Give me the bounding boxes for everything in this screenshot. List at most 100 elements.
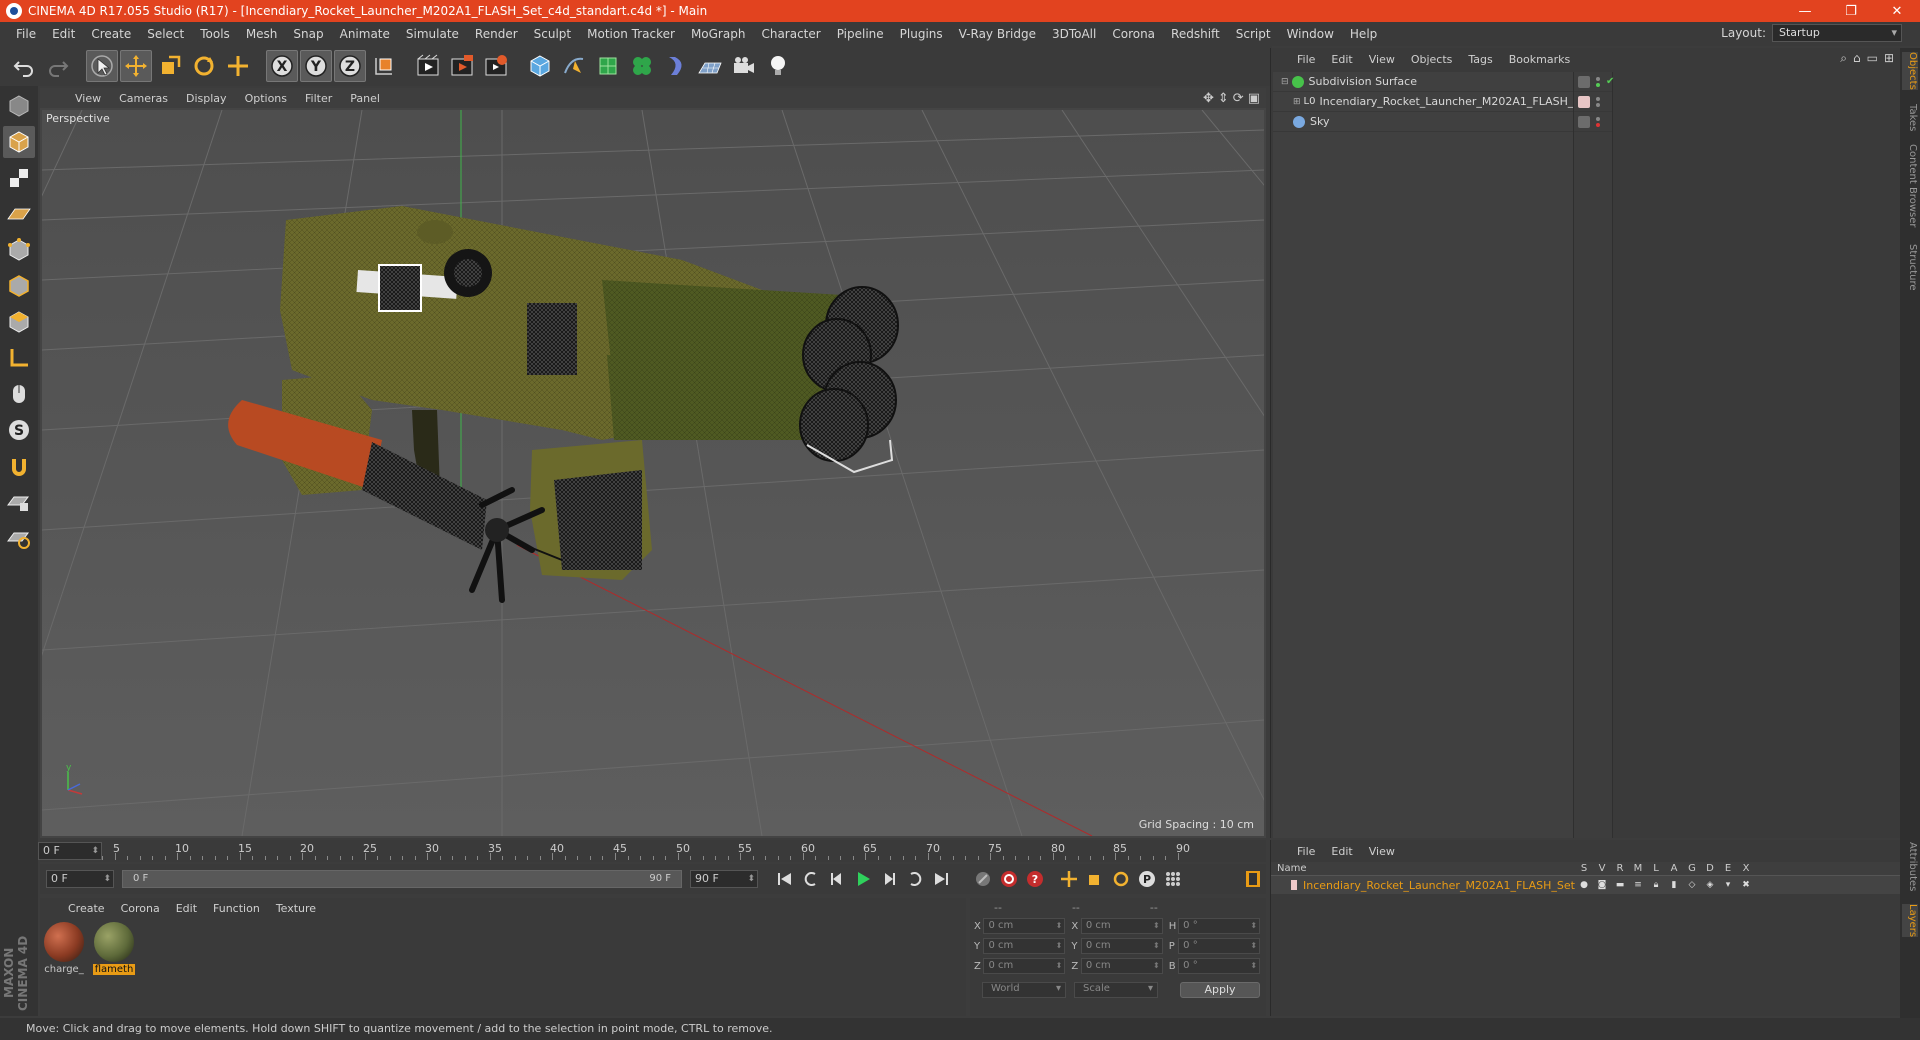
checkmark-icon[interactable]: ✔ bbox=[1606, 76, 1614, 87]
object-row[interactable]: Sky bbox=[1273, 112, 1573, 132]
visibility-dots[interactable] bbox=[1596, 76, 1600, 87]
search-icon[interactable]: ⌕ bbox=[1840, 51, 1847, 66]
menu-animate[interactable]: Animate bbox=[332, 27, 398, 41]
camera-icon[interactable] bbox=[728, 50, 760, 82]
floor-icon[interactable] bbox=[694, 50, 726, 82]
om-menu-file[interactable]: File bbox=[1289, 53, 1323, 66]
position-z-field[interactable]: 0 cm bbox=[983, 958, 1066, 974]
deformer-icon[interactable] bbox=[660, 50, 692, 82]
layer-expressions-toggle[interactable]: ▾ bbox=[1719, 880, 1737, 890]
viewport-menu-display[interactable]: Display bbox=[177, 92, 236, 105]
viewport-menu-filter[interactable]: Filter bbox=[296, 92, 341, 105]
visibility-dots[interactable] bbox=[1596, 116, 1600, 127]
current-frame-field[interactable]: 0 F bbox=[38, 842, 102, 860]
render-view-icon[interactable] bbox=[412, 50, 444, 82]
go-to-start-icon[interactable] bbox=[772, 866, 798, 892]
tab-objects[interactable]: Objects bbox=[1902, 52, 1918, 90]
next-key-icon[interactable] bbox=[902, 866, 928, 892]
viewport-menu-view[interactable]: View bbox=[66, 92, 110, 105]
size-x-field[interactable]: 0 cm bbox=[1080, 918, 1163, 934]
scale-icon[interactable] bbox=[154, 50, 186, 82]
menu-render[interactable]: Render bbox=[467, 27, 526, 41]
layer-view-toggle[interactable]: ◙ bbox=[1593, 880, 1611, 890]
layout-dropdown[interactable]: Startup bbox=[1772, 24, 1902, 42]
coordinate-system-icon[interactable] bbox=[368, 50, 400, 82]
workplane-lock-icon[interactable] bbox=[3, 486, 35, 518]
dolly-icon[interactable]: ⇕ bbox=[1218, 91, 1229, 106]
timeline-ruler[interactable]: 051015202530354045505560657075808590 0 F bbox=[38, 840, 1266, 862]
timeline-layout-icon[interactable] bbox=[1240, 866, 1266, 892]
polygons-mode-icon[interactable] bbox=[3, 306, 35, 338]
light-icon[interactable] bbox=[762, 50, 794, 82]
frame-range-slider[interactable]: 0 F 90 F bbox=[122, 870, 682, 888]
key-parameter-icon[interactable]: P bbox=[1134, 866, 1160, 892]
start-frame-field[interactable]: 0 F bbox=[46, 870, 114, 888]
layer-row[interactable]: Incendiary_Rocket_Launcher_M202A1_FLASH_… bbox=[1271, 876, 1900, 894]
prev-key-icon[interactable] bbox=[798, 866, 824, 892]
layer-manager-toggle[interactable]: ≡ bbox=[1629, 880, 1647, 890]
layer-generators-toggle[interactable]: ◇ bbox=[1683, 880, 1701, 890]
collapse-icon[interactable]: ⊟ bbox=[1281, 77, 1289, 87]
viewport-menu-cameras[interactable]: Cameras bbox=[110, 92, 177, 105]
viewport-menu-options[interactable]: Options bbox=[236, 92, 296, 105]
render-settings-icon[interactable] bbox=[480, 50, 512, 82]
layer-animation-toggle[interactable]: ▮ bbox=[1665, 880, 1683, 890]
undo-icon[interactable] bbox=[8, 50, 40, 82]
position-y-field[interactable]: 0 cm bbox=[983, 938, 1066, 954]
rotation-p-field[interactable]: 0 ° bbox=[1178, 938, 1261, 954]
position-x-field[interactable]: 0 cm bbox=[983, 918, 1066, 934]
key-rotation-icon[interactable] bbox=[1108, 866, 1134, 892]
recent-tool-icon[interactable] bbox=[222, 50, 254, 82]
menu-simulate[interactable]: Simulate bbox=[398, 27, 467, 41]
tab-attributes[interactable]: Attributes bbox=[1902, 842, 1918, 891]
texture-mode-icon[interactable] bbox=[3, 162, 35, 194]
menu-plugins[interactable]: Plugins bbox=[892, 27, 951, 41]
prev-frame-icon[interactable] bbox=[824, 866, 850, 892]
workplane-mode-icon[interactable] bbox=[3, 198, 35, 230]
home-icon[interactable]: ⌂ bbox=[1853, 51, 1861, 66]
menu-sculpt[interactable]: Sculpt bbox=[526, 27, 579, 41]
layer-lock-toggle[interactable]: 🔒︎ bbox=[1647, 880, 1665, 890]
menu-edit[interactable]: Edit bbox=[44, 27, 83, 41]
lm-menu-edit[interactable]: Edit bbox=[1323, 845, 1360, 858]
layer-color-swatch[interactable] bbox=[1291, 880, 1298, 890]
material-menu-texture[interactable]: Texture bbox=[268, 902, 324, 915]
layer-deformers-toggle[interactable]: ◈ bbox=[1701, 880, 1719, 890]
timeline-track[interactable]: 051015202530354045505560657075808590 bbox=[48, 842, 1190, 860]
size-y-field[interactable]: 0 cm bbox=[1080, 938, 1163, 954]
pan-icon[interactable]: ✥ bbox=[1203, 91, 1214, 106]
lm-menu-view[interactable]: View bbox=[1361, 845, 1403, 858]
material-menu-edit[interactable]: Edit bbox=[168, 902, 205, 915]
viewport-menu-panel[interactable]: Panel bbox=[341, 92, 389, 105]
maximize-panel-icon[interactable]: ⊞ bbox=[1884, 51, 1894, 66]
orbit-icon[interactable]: ⟳ bbox=[1233, 91, 1244, 106]
menu-vray-bridge[interactable]: V-Ray Bridge bbox=[951, 27, 1044, 41]
cube-icon[interactable] bbox=[524, 50, 556, 82]
menu-script[interactable]: Script bbox=[1228, 27, 1279, 41]
key-pla-icon[interactable] bbox=[1160, 866, 1186, 892]
object-row[interactable]: ⊞ L0 Incendiary_Rocket_Launcher_M202A1_F… bbox=[1273, 92, 1591, 112]
move-icon[interactable] bbox=[120, 50, 152, 82]
layer-swatch[interactable] bbox=[1578, 115, 1590, 128]
layer-xref-toggle[interactable]: ✖ bbox=[1737, 880, 1755, 890]
redo-icon[interactable] bbox=[42, 50, 74, 82]
layer-render-toggle[interactable]: ▬ bbox=[1611, 880, 1629, 890]
material-menu-function[interactable]: Function bbox=[205, 902, 268, 915]
om-menu-view[interactable]: View bbox=[1361, 53, 1403, 66]
tab-content-browser[interactable]: Content Browser bbox=[1902, 144, 1918, 227]
autokey-icon[interactable]: ? bbox=[1022, 866, 1048, 892]
points-mode-icon[interactable] bbox=[3, 234, 35, 266]
key-position-icon[interactable] bbox=[1056, 866, 1082, 892]
layer-swatch[interactable] bbox=[1578, 95, 1590, 108]
menu-character[interactable]: Character bbox=[753, 27, 828, 41]
menu-pipeline[interactable]: Pipeline bbox=[829, 27, 892, 41]
axis-mode-icon[interactable] bbox=[3, 342, 35, 374]
record-active-icon[interactable] bbox=[996, 866, 1022, 892]
menu-corona[interactable]: Corona bbox=[1104, 27, 1163, 41]
rotation-h-field[interactable]: 0 ° bbox=[1178, 918, 1261, 934]
z-axis-icon[interactable]: Z bbox=[334, 50, 366, 82]
om-menu-objects[interactable]: Objects bbox=[1403, 53, 1461, 66]
model-mode-icon[interactable] bbox=[3, 126, 35, 158]
end-frame-field[interactable]: 90 F bbox=[690, 870, 758, 888]
planar-workplane-icon[interactable] bbox=[3, 522, 35, 554]
